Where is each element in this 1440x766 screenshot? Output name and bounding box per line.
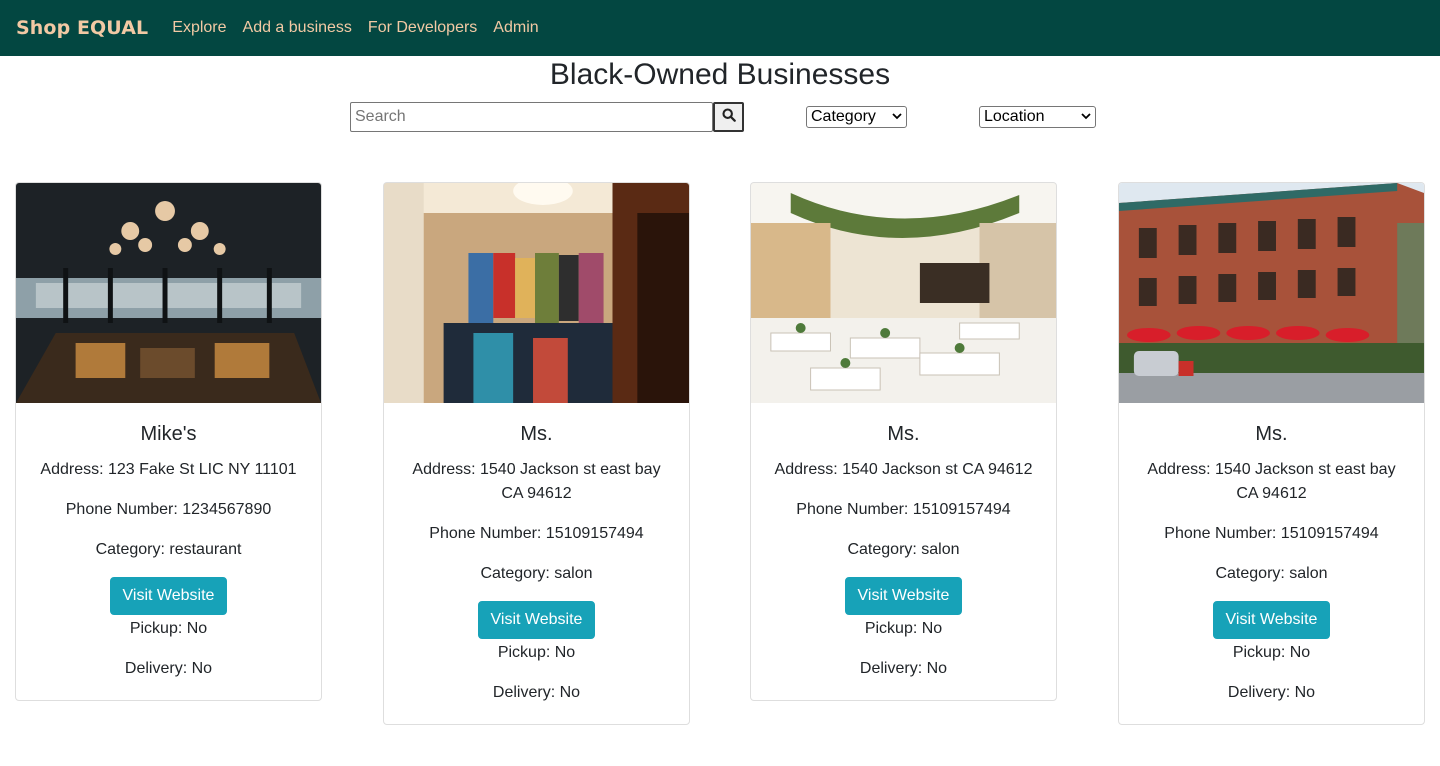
visit-website-button[interactable]: Visit Website	[109, 577, 228, 615]
card-body: Ms. Address: 1540 Jackson st east bay CA…	[384, 403, 689, 717]
card-body: Ms. Address: 1540 Jackson st east bay CA…	[1119, 403, 1424, 717]
category-select[interactable]: Category	[806, 106, 907, 128]
page-title: Black-Owned Businesses	[549, 58, 891, 91]
category-select-value: Category	[811, 108, 876, 125]
business-name: Ms.	[887, 423, 920, 445]
business-delivery: Delivery: No	[1227, 684, 1316, 701]
clothing-boutique-photo	[384, 183, 689, 403]
business-pickup: Pickup: No	[129, 620, 208, 637]
nav-link-explore[interactable]: Explore	[172, 19, 226, 37]
brick-building-street-photo	[1119, 183, 1424, 403]
nav-link-developers[interactable]: For Developers	[368, 19, 477, 37]
business-delivery: Delivery: No	[859, 660, 948, 677]
visit-website-button[interactable]: Visit Website	[1212, 601, 1331, 639]
search-button[interactable]	[713, 102, 744, 132]
cafe-interior-photo	[751, 183, 1056, 403]
business-name: Mike's	[140, 423, 197, 445]
business-address: Address: 1540 Jackson st east bay CA 946…	[412, 461, 661, 502]
business-phone: Phone Number: 15109157494	[429, 525, 644, 542]
chevron-down-icon	[1081, 112, 1091, 123]
search-bar	[350, 102, 744, 132]
business-category: Category: salon	[847, 541, 960, 558]
business-phone: Phone Number: 15109157494	[1164, 525, 1379, 542]
business-phone: Phone Number: 15109157494	[796, 501, 1011, 518]
chevron-down-icon	[892, 112, 902, 123]
card-body: Mike's Address: 123 Fake St LIC NY 11101…	[16, 403, 321, 693]
restaurant-interior-photo	[16, 183, 321, 403]
business-address: Address: 1540 Jackson st east bay CA 946…	[1147, 461, 1396, 502]
business-card: Ms. Address: 1540 Jackson st east bay CA…	[383, 182, 690, 725]
search-input[interactable]	[350, 102, 713, 132]
search-icon	[721, 107, 736, 127]
business-category: Category: salon	[1215, 565, 1328, 582]
card-body: Ms. Address: 1540 Jackson st CA 94612 Ph…	[751, 403, 1056, 693]
business-delivery: Delivery: No	[492, 684, 581, 701]
business-card: Ms. Address: 1540 Jackson st CA 94612 Ph…	[750, 182, 1057, 701]
business-pickup: Pickup: No	[1232, 644, 1311, 661]
visit-website-button[interactable]: Visit Website	[477, 601, 596, 639]
business-name: Ms.	[1255, 423, 1288, 445]
business-pickup: Pickup: No	[497, 644, 576, 661]
business-address: Address: 1540 Jackson st CA 94612	[774, 461, 1033, 478]
business-name: Ms.	[520, 423, 553, 445]
business-address: Address: 123 Fake St LIC NY 11101	[40, 461, 297, 478]
navbar: Shop EQUAL Explore Add a business For De…	[0, 0, 1440, 56]
location-select[interactable]: Location	[979, 106, 1096, 128]
business-phone: Phone Number: 1234567890	[65, 501, 272, 518]
business-delivery: Delivery: No	[124, 660, 213, 677]
business-category: Category: restaurant	[95, 541, 242, 558]
nav-link-admin[interactable]: Admin	[493, 19, 538, 37]
visit-website-button[interactable]: Visit Website	[844, 577, 963, 615]
business-card: Ms. Address: 1540 Jackson st east bay CA…	[1118, 182, 1425, 725]
nav-link-add-business[interactable]: Add a business	[243, 19, 352, 37]
business-card: Mike's Address: 123 Fake St LIC NY 11101…	[15, 182, 322, 701]
business-category: Category: salon	[480, 565, 593, 582]
business-pickup: Pickup: No	[864, 620, 943, 637]
location-select-value: Location	[984, 108, 1045, 125]
brand-logo[interactable]: Shop EQUAL	[16, 17, 148, 39]
